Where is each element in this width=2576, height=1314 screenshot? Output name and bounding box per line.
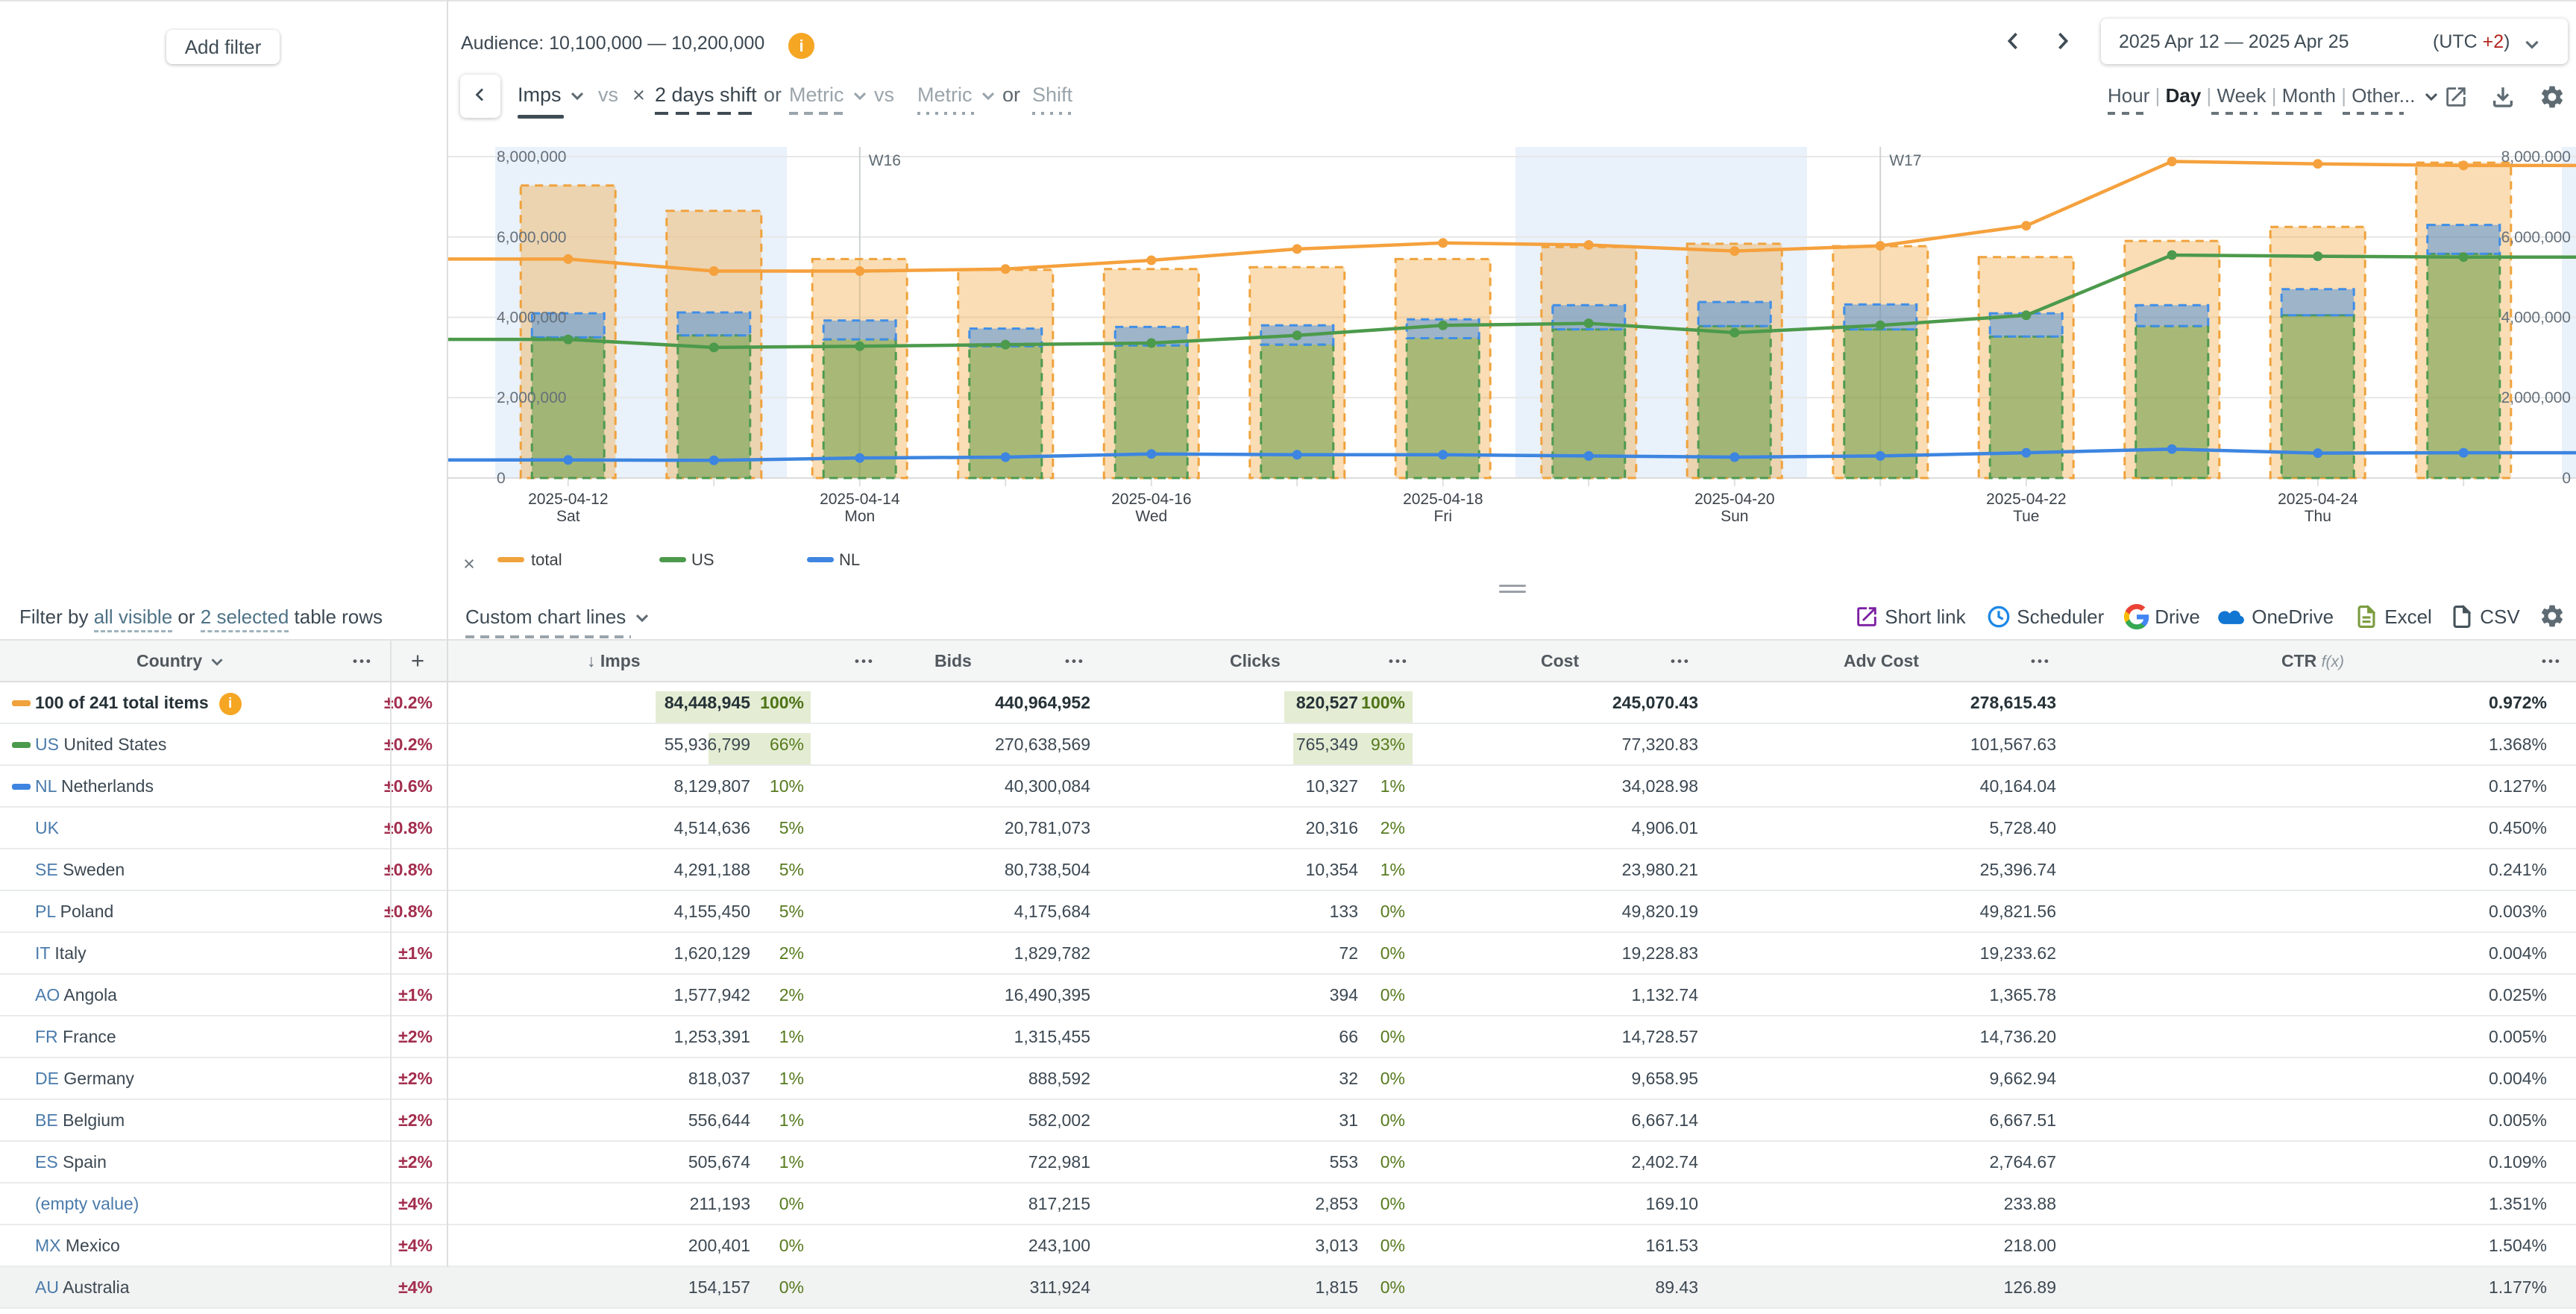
svg-text:2025-04-20: 2025-04-20	[1694, 491, 1774, 508]
svg-text:2025-04-14: 2025-04-14	[820, 491, 900, 508]
svg-text:Mon: Mon	[844, 508, 875, 525]
svg-text:2025-04-16: 2025-04-16	[1111, 491, 1191, 508]
svg-text:6,000,000: 6,000,000	[2501, 229, 2571, 246]
svg-text:0: 0	[2562, 470, 2571, 487]
svg-text:2025-04-22: 2025-04-22	[1986, 491, 2066, 508]
svg-text:Fri: Fri	[1434, 508, 1453, 525]
svg-text:4,000,000: 4,000,000	[2501, 309, 2571, 327]
svg-text:2025-04-18: 2025-04-18	[1403, 491, 1483, 508]
svg-text:2025-04-12: 2025-04-12	[528, 491, 608, 508]
svg-text:Sat: Sat	[556, 508, 580, 525]
svg-text:Thu: Thu	[2305, 508, 2331, 525]
svg-text:W17: W17	[1889, 152, 1921, 169]
svg-text:Tue: Tue	[2013, 508, 2039, 525]
svg-text:2025-04-24: 2025-04-24	[2278, 491, 2358, 508]
svg-text:8,000,000: 8,000,000	[497, 148, 566, 166]
svg-text:Wed: Wed	[1135, 508, 1167, 525]
svg-text:Sun: Sun	[1721, 508, 1748, 525]
svg-text:W16: W16	[869, 152, 901, 169]
svg-text:2,000,000: 2,000,000	[497, 389, 566, 406]
svg-text:6,000,000: 6,000,000	[497, 229, 566, 246]
svg-text:2,000,000: 2,000,000	[2501, 389, 2571, 406]
svg-text:0: 0	[497, 470, 506, 487]
svg-text:8,000,000: 8,000,000	[2501, 148, 2571, 166]
svg-text:4,000,000: 4,000,000	[497, 309, 566, 327]
